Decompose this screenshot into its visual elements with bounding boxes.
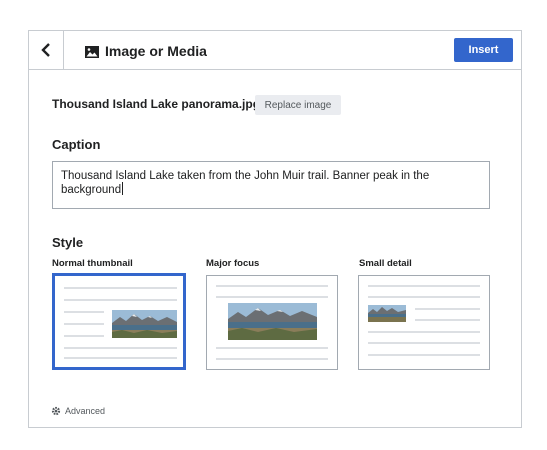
advanced-label: Advanced [65,406,106,416]
style-heading: Style [52,235,84,250]
image-icon [85,46,99,58]
back-button[interactable] [29,31,64,69]
replace-image-button[interactable]: Replace image [255,95,341,115]
style-option-major-focus[interactable] [206,275,338,370]
gear-icon [51,406,61,416]
panorama-small-image [368,305,406,322]
dialog-header: Image or Media Insert [29,31,521,70]
panorama-thumbnail-image [112,310,177,338]
style-option-small-detail[interactable] [358,275,490,370]
insert-button[interactable]: Insert [454,38,513,62]
dialog-title: Image or Media [105,43,207,59]
option-label-small-detail: Small detail [359,258,412,269]
caption-input[interactable]: Thousand Island Lake taken from the John… [52,161,490,209]
caption-text: Thousand Island Lake taken from the John… [61,170,430,196]
option-label-major-focus: Major focus [206,258,260,269]
chevron-left-icon [41,43,50,57]
file-name: Thousand Island Lake panorama.jpg [52,97,261,111]
media-dialog: Image or Media Insert Thousand Island La… [28,30,522,428]
text-caret [122,182,124,195]
panorama-focus-image [228,303,317,340]
caption-heading: Caption [52,137,101,152]
style-option-normal-thumbnail[interactable] [52,273,186,370]
advanced-settings-link[interactable]: Advanced [51,406,105,416]
option-label-normal-thumbnail: Normal thumbnail [52,258,133,269]
